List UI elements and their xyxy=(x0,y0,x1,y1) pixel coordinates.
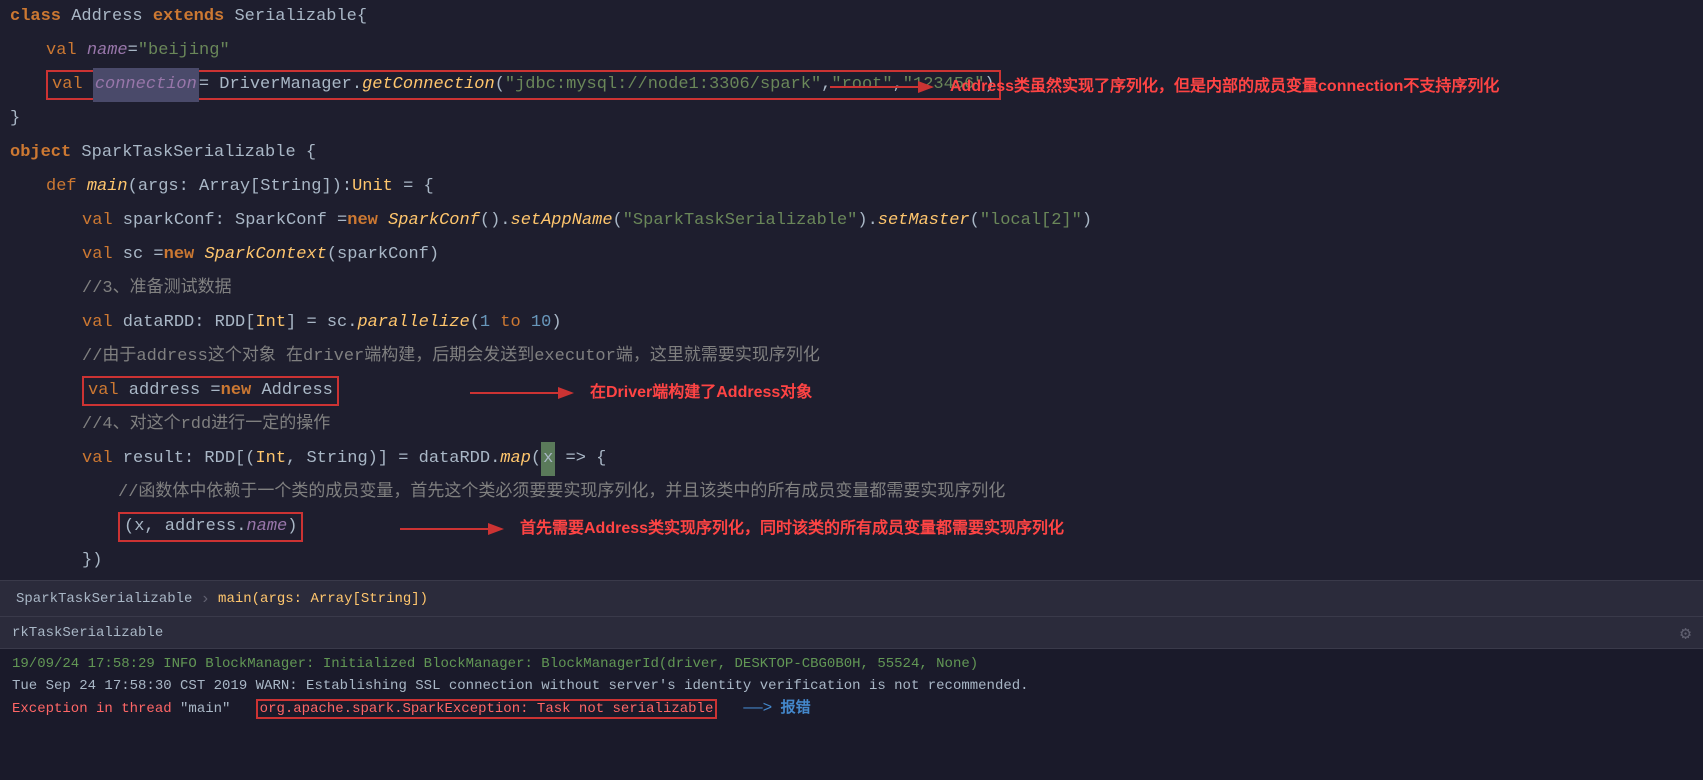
breadcrumb-bar: SparkTaskSerializable › main(args: Array… xyxy=(0,580,1703,616)
annotation-arrow-1 xyxy=(830,72,950,102)
code-line-2: val name = "beijing" xyxy=(10,34,1703,68)
annotation-arrow-2 xyxy=(470,378,590,408)
code-line-5: object SparkTaskSerializable { xyxy=(10,136,1703,170)
code-line-3: val connection = DriverManager . getConn… xyxy=(10,68,1703,102)
annotation-text-3: 首先需要Address类实现序列化，同时该类的所有成员变量都需要实现序列化 xyxy=(520,512,1064,546)
code-line-14: val result: RDD[( Int , String)] = dataR… xyxy=(10,442,1703,476)
panel-title: rkTaskSerializable xyxy=(12,625,163,641)
code-line-11: //由于address这个对象 在driver端构建，后期会发送到executo… xyxy=(10,340,1703,374)
kw-class: class xyxy=(10,0,61,34)
breadcrumb-class: SparkTaskSerializable xyxy=(16,591,192,607)
annotation-text-2: 在Driver端构建了Address对象 xyxy=(590,376,812,410)
code-line-1: class Address extends Serializable{ xyxy=(10,0,1703,34)
code-editor: class Address extends Serializable{ val … xyxy=(0,0,1703,580)
breadcrumb-method: main(args: Array[String]) xyxy=(218,591,428,607)
console-line-3: Exception in thread "main" org.apache.sp… xyxy=(12,697,1691,720)
code-line-16: (x, address. name ) 首先需要Address类实现序列化，同时… xyxy=(10,510,1703,544)
panel-title-bar: rkTaskSerializable ⚙ xyxy=(0,617,1703,649)
error-arrow-icon: ——> xyxy=(734,699,772,717)
code-line-9: //3、准备测试数据 xyxy=(10,272,1703,306)
code-line-6: def main (args: Array[String]): Unit = { xyxy=(10,170,1703,204)
bottom-panel: rkTaskSerializable ⚙ 19/09/24 17:58:29 I… xyxy=(0,616,1703,780)
console-line-2: Tue Sep 24 17:58:30 CST 2019 WARN: Estab… xyxy=(12,675,1691,697)
code-line-13: //4、对这个rdd进行一定的操作 xyxy=(10,408,1703,442)
annotation-arrow-3 xyxy=(400,514,520,544)
serializable-annotation: 首先需要Address类实现序列化，同时该类的所有成员变量都需要实现序列化 xyxy=(400,512,1064,546)
error-label: 报错 xyxy=(781,699,811,716)
code-line-12: val address = new Address 在Driver端构建了Add… xyxy=(10,374,1703,408)
console-line-1: 19/09/24 17:58:29 INFO BlockManager: Ini… xyxy=(12,653,1691,675)
code-line-15: //函数体中依赖于一个类的成员变量，首先这个类必须要要实现序列化，并且该类中的所… xyxy=(10,476,1703,510)
gear-icon[interactable]: ⚙ xyxy=(1680,623,1691,645)
code-line-7: val sparkConf: SparkConf = new SparkConf… xyxy=(10,204,1703,238)
code-line-10: val dataRDD: RDD[ Int ] = sc. paralleliz… xyxy=(10,306,1703,340)
xaddressname-box: (x, address. name ) xyxy=(118,512,303,542)
address-annotation: 在Driver端构建了Address对象 xyxy=(470,376,812,410)
address-box: val address = new Address xyxy=(82,376,339,406)
annotation-text-1: Address类虽然实现了序列化，但是内部的成员变量connection不支持序… xyxy=(950,70,1499,104)
error-box: org.apache.spark.SparkException: Task no… xyxy=(256,699,718,719)
connection-annotation: Address类虽然实现了序列化，但是内部的成员变量connection不支持序… xyxy=(830,70,1499,104)
breadcrumb-sep: › xyxy=(200,590,210,608)
code-line-17: }) xyxy=(10,544,1703,578)
console-output: 19/09/24 17:58:29 INFO BlockManager: Ini… xyxy=(0,649,1703,724)
code-line-8: val sc = new SparkContext (sparkConf) xyxy=(10,238,1703,272)
code-line-4: } xyxy=(10,102,1703,136)
